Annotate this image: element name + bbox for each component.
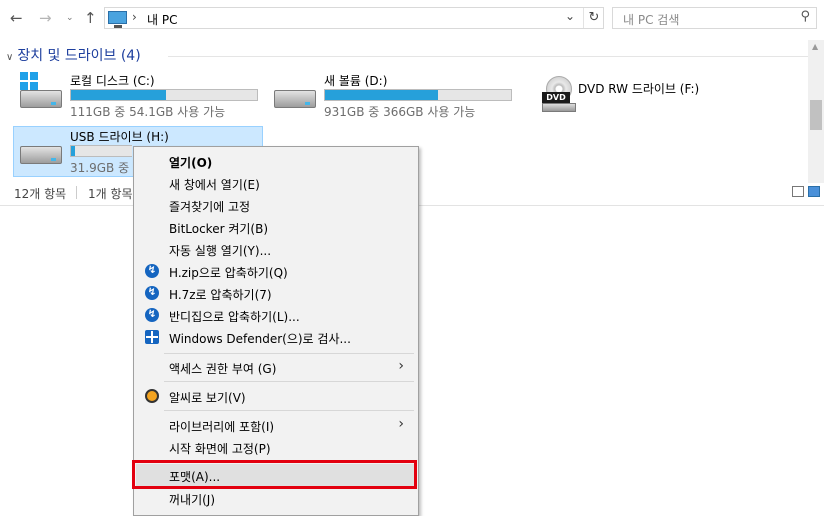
group-divider — [168, 56, 808, 57]
usage-bar — [70, 145, 132, 157]
address-bar[interactable]: › 내 PC ⌄ ↻ — [104, 7, 604, 29]
view-toggle — [788, 186, 820, 200]
recent-locations-chevron-icon[interactable]: ⌄ — [66, 9, 74, 27]
details-view-icon[interactable] — [792, 186, 804, 197]
menu-item-grant-access[interactable]: 액세스 권한 부여 (G) › — [136, 356, 416, 378]
bandizip-icon: ↯ — [145, 286, 159, 300]
hard-drive-icon — [20, 90, 62, 108]
back-arrow-icon[interactable]: ← — [10, 9, 23, 27]
drive-space-info: 111GB 중 54.1GB 사용 가능 — [70, 105, 226, 119]
dvd-drive-icon: DVD — [542, 76, 578, 112]
menu-item-open[interactable]: 열기(O) — [136, 150, 416, 172]
usb-drive-icon — [20, 146, 62, 164]
menu-item-defender-scan[interactable]: Windows Defender(으)로 검사... — [136, 326, 416, 348]
status-item-count: 12개 항목 — [14, 187, 67, 201]
windows-logo-icon — [20, 72, 38, 90]
alsee-icon — [145, 389, 159, 403]
large-icons-view-icon[interactable] — [808, 186, 820, 197]
menu-item-pin-start[interactable]: 시작 화면에 고정(P) — [136, 436, 416, 458]
scroll-up-icon[interactable]: ▲ — [812, 42, 818, 51]
menu-item-bandizip-compress[interactable]: ↯ 반디집으로 압축하기(L)... — [136, 304, 416, 326]
menu-item-label: 시작 화면에 고정(P) — [169, 442, 271, 456]
menu-item-autoplay[interactable]: 자동 실행 열기(Y)... — [136, 238, 416, 260]
menu-item-pin-quick-access[interactable]: 즐겨찾기에 고정 — [136, 194, 416, 216]
submenu-arrow-icon: › — [398, 358, 404, 374]
menu-item-compress-7z[interactable]: ↯ H.7z로 압축하기(7) — [136, 282, 416, 304]
drive-name: 새 볼륨 (D:) — [324, 74, 388, 88]
menu-item-label: 라이브러리에 포함(I) — [169, 420, 275, 434]
bandizip-icon: ↯ — [145, 264, 159, 278]
menu-item-alsee-view[interactable]: 알씨로 보기(V) — [136, 385, 416, 407]
forward-arrow-icon[interactable]: → — [39, 9, 52, 27]
status-divider — [76, 186, 77, 199]
status-selected-count: 1개 항목 — [88, 187, 133, 201]
scrollbar-thumb[interactable] — [810, 100, 822, 130]
menu-item-compress-zip[interactable]: ↯ H.zip으로 압축하기(Q) — [136, 260, 416, 282]
drive-name: DVD RW 드라이브 (F:) — [578, 82, 700, 96]
drive-d[interactable]: 새 볼륨 (D:) 931GB 중 366GB 사용 가능 — [268, 72, 518, 122]
menu-item-label: 즐겨찾기에 고정 — [169, 200, 251, 214]
breadcrumb-this-pc[interactable]: 내 PC — [147, 11, 177, 28]
computer-icon — [108, 11, 127, 28]
menu-separator — [164, 353, 414, 354]
menu-item-open-new-window[interactable]: 새 창에서 열기(E) — [136, 172, 416, 194]
menu-item-label: 꺼내기(J) — [169, 493, 216, 507]
menu-item-label: 알씨로 보기(V) — [169, 391, 246, 405]
drive-c[interactable]: 로컬 디스크 (C:) 111GB 중 54.1GB 사용 가능 — [14, 72, 264, 122]
menu-item-label: BitLocker 켜기(B) — [169, 222, 269, 236]
drive-space-info: 31.9GB 중 3 — [70, 161, 141, 175]
defender-shield-icon — [145, 330, 159, 344]
vertical-scrollbar[interactable]: ▲ — [808, 40, 824, 183]
menu-item-bitlocker[interactable]: BitLocker 켜기(B) — [136, 216, 416, 238]
menu-item-label: 새 창에서 열기(E) — [169, 178, 260, 192]
menu-item-label: 열기(O) — [169, 156, 213, 170]
search-box[interactable]: 내 PC 검색 ⚲ — [612, 7, 817, 29]
hard-drive-icon — [274, 90, 316, 108]
usage-bar — [324, 89, 512, 101]
menu-item-include-library[interactable]: 라이브러리에 포함(I) › — [136, 414, 416, 436]
usage-bar — [70, 89, 258, 101]
search-placeholder: 내 PC 검색 — [623, 13, 680, 27]
menu-item-label: H.zip으로 압축하기(Q) — [169, 266, 288, 280]
menu-item-label: H.7z로 압축하기(7) — [169, 288, 272, 302]
group-header-devices[interactable]: ∨ 장치 및 드라이브 (4) — [6, 45, 141, 65]
submenu-arrow-icon: › — [398, 416, 404, 432]
navigation-bar: ← → ⌄ ↑ › 내 PC ⌄ ↻ 내 PC 검색 ⚲ — [0, 0, 824, 38]
up-arrow-icon[interactable]: ↑ — [84, 9, 97, 27]
search-icon: ⚲ — [800, 9, 810, 24]
menu-item-label: 자동 실행 열기(Y)... — [169, 244, 272, 258]
drive-name: USB 드라이브 (H:) — [70, 130, 169, 144]
group-title: 장치 및 드라이브 (4) — [17, 48, 141, 64]
drive-name: 로컬 디스크 (C:) — [70, 74, 155, 88]
menu-item-label: Windows Defender(으)로 검사... — [169, 332, 351, 346]
menu-item-label: 반디집으로 압축하기(L)... — [169, 310, 300, 324]
menu-item-eject[interactable]: 꺼내기(J) — [136, 487, 416, 509]
menu-separator — [164, 381, 414, 382]
address-dropdown-icon[interactable]: ⌄ — [565, 9, 575, 23]
refresh-icon[interactable]: ↻ — [583, 8, 604, 28]
drive-space-info: 931GB 중 366GB 사용 가능 — [324, 105, 476, 119]
drive-f-dvd[interactable]: DVD DVD RW 드라이브 (F:) — [542, 76, 772, 116]
path-separator-icon[interactable]: › — [132, 10, 137, 24]
collapse-chevron-icon[interactable]: ∨ — [6, 52, 13, 63]
menu-separator — [164, 410, 414, 411]
menu-item-label: 액세스 권한 부여 (G) — [169, 362, 277, 376]
bandizip-icon: ↯ — [145, 308, 159, 322]
format-highlight-box — [132, 460, 417, 489]
